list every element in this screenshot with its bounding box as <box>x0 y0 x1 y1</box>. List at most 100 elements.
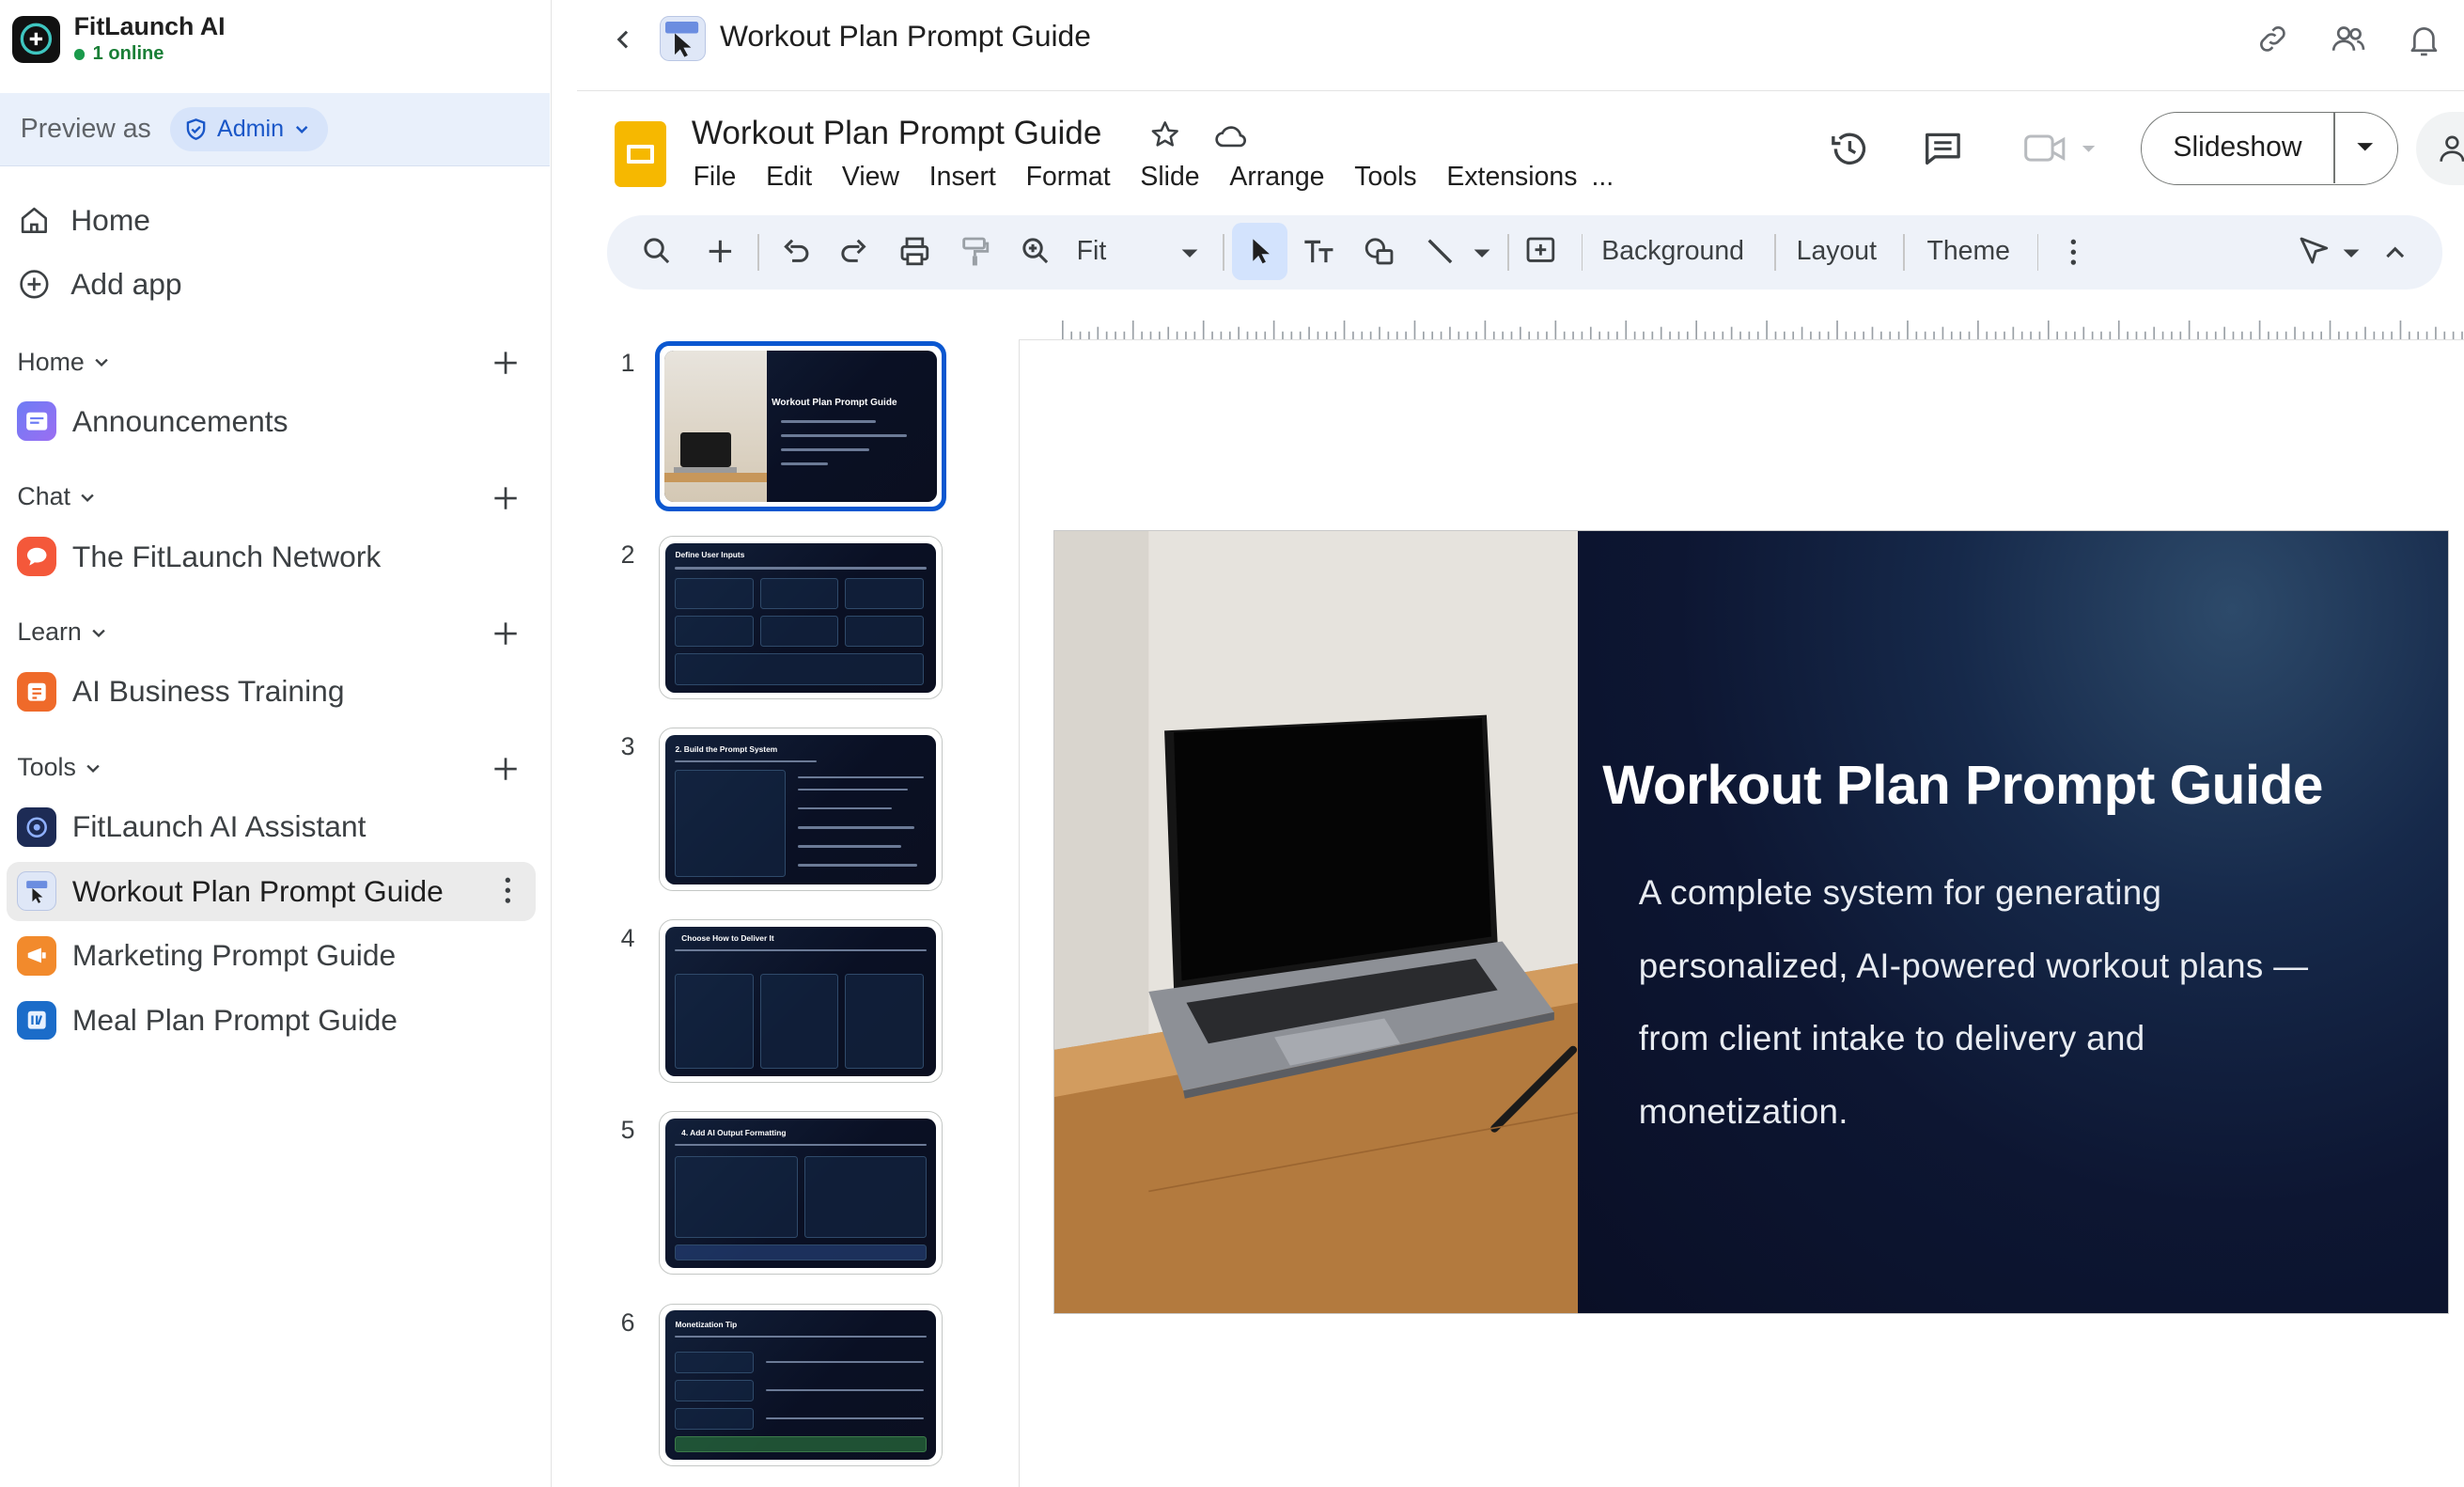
thumbnail-title: Workout Plan Prompt Guide <box>772 398 897 409</box>
search-menus-icon[interactable] <box>640 234 675 269</box>
meet-camera-icon[interactable] <box>2024 132 2103 166</box>
menu-tools[interactable]: Tools <box>1354 162 1416 193</box>
role-select[interactable]: Admin <box>169 107 328 151</box>
slide-thumbnail-4[interactable]: Choose How to Deliver It <box>658 919 943 1084</box>
collapse-toolbar-icon[interactable] <box>2384 243 2406 261</box>
sidebar-item-ai-business-training[interactable]: AI Business Training <box>7 662 537 722</box>
sidebar-item-label: Marketing Prompt Guide <box>71 938 397 973</box>
sidebar-item-label: Announcements <box>71 403 289 438</box>
zoom-select[interactable]: Fit <box>1077 236 1107 267</box>
version-history-icon[interactable] <box>1828 127 1872 171</box>
sidebar: FitLaunch AI 1 online Preview as Admin H… <box>0 0 553 1487</box>
section-tools-title: Tools <box>17 753 76 782</box>
shape-icon[interactable] <box>1363 234 1397 269</box>
caret-down-icon[interactable] <box>1180 247 1199 259</box>
announcements-icon <box>17 401 57 442</box>
thumbnail-title: 2. Build the Prompt System <box>675 744 778 755</box>
menu-insert[interactable]: Insert <box>929 162 996 193</box>
caret-down-icon[interactable] <box>2342 247 2361 259</box>
text-box-icon[interactable] <box>1302 234 1336 269</box>
section-home-header[interactable]: Home <box>17 348 111 377</box>
slide-thumbnail-6[interactable]: Monetization Tip <box>658 1303 943 1467</box>
nav-add-app[interactable]: Add app <box>17 267 182 302</box>
slide-thumbnail-3[interactable]: 2. Build the Prompt System <box>658 728 943 892</box>
sidebar-item-announcements[interactable]: Announcements <box>7 391 537 451</box>
meal-plan-icon <box>17 1000 57 1041</box>
slide-thumbnail-5[interactable]: 4. Add AI Output Formatting <box>658 1111 943 1276</box>
background-button[interactable]: Background <box>1601 236 1744 267</box>
slide-thumbnail-1[interactable]: Workout Plan Prompt Guide <box>655 340 946 511</box>
print-icon[interactable] <box>897 234 932 269</box>
preview-as-bar: Preview as Admin <box>0 92 551 167</box>
slideshow-divider <box>2332 112 2335 183</box>
nav-home[interactable]: Home <box>17 203 150 238</box>
thumbnail-title: Monetization Tip <box>675 1320 738 1330</box>
slide-number: 6 <box>620 1307 635 1337</box>
menu-file[interactable]: File <box>694 162 737 193</box>
members-icon[interactable] <box>2330 21 2367 58</box>
section-chat-header[interactable]: Chat <box>17 482 97 511</box>
add-chat-app-button[interactable] <box>491 484 520 512</box>
current-slide[interactable]: Workout Plan Prompt Guide A complete sys… <box>1053 529 2449 1315</box>
person-add-icon <box>2440 135 2464 163</box>
nav-home-label: Home <box>70 202 150 237</box>
add-learn-app-button[interactable] <box>491 619 520 648</box>
sidebar-item-meal-plan-prompt-guide[interactable]: Meal Plan Prompt Guide <box>7 991 537 1051</box>
bell-icon[interactable] <box>2407 21 2441 58</box>
caret-down-icon[interactable] <box>1473 247 1491 259</box>
insert-comment-icon[interactable] <box>1523 234 1558 269</box>
slide-subtitle-line: personalized, AI-powered workout plans — <box>1638 946 2309 985</box>
menu-slide[interactable]: Slide <box>1140 162 1199 193</box>
menu-edit[interactable]: Edit <box>766 162 812 193</box>
toolbar-divider <box>1581 234 1583 271</box>
slide-number: 3 <box>620 732 635 761</box>
slides-logo-icon[interactable] <box>614 120 667 188</box>
select-tool-button[interactable] <box>1232 223 1287 280</box>
sidebar-item-workout-plan-prompt-guide[interactable]: Workout Plan Prompt Guide <box>6 861 537 922</box>
menu-format[interactable]: Format <box>1026 162 1111 193</box>
menu-more[interactable]: ... <box>1591 162 1614 193</box>
star-icon[interactable] <box>1149 119 1180 150</box>
theme-button[interactable]: Theme <box>1926 236 2009 267</box>
plus-circle-icon <box>20 270 49 299</box>
marketing-icon <box>17 935 57 976</box>
section-learn-header[interactable]: Learn <box>17 618 108 647</box>
slide-number: 4 <box>620 924 635 953</box>
slide-number: 2 <box>620 540 635 570</box>
section-tools-header[interactable]: Tools <box>17 753 102 782</box>
menu-arrange[interactable]: Arrange <box>1229 162 1324 193</box>
sidebar-item-label: Workout Plan Prompt Guide <box>71 873 444 908</box>
undo-icon[interactable] <box>778 234 813 269</box>
sidebar-item-label: FitLaunch AI Assistant <box>71 809 366 844</box>
link-icon[interactable] <box>2255 22 2290 56</box>
new-slide-icon[interactable] <box>703 234 738 269</box>
online-status: 1 online <box>73 42 226 66</box>
share-button[interactable] <box>2415 111 2464 186</box>
caret-down-icon[interactable] <box>2354 139 2376 155</box>
sidebar-item-marketing-prompt-guide[interactable]: Marketing Prompt Guide <box>7 926 537 986</box>
menu-view[interactable]: View <box>842 162 899 193</box>
slideshow-button[interactable]: Slideshow <box>2140 111 2399 186</box>
document-title[interactable]: Workout Plan Prompt Guide <box>692 115 1101 152</box>
comments-icon[interactable] <box>1921 127 1965 171</box>
add-home-app-button[interactable] <box>491 349 520 377</box>
more-options-icon[interactable] <box>2070 239 2077 265</box>
slide-thumbnail-2[interactable]: Define User Inputs <box>658 536 943 700</box>
sidebar-item-fitlaunch-network[interactable]: The FitLaunch Network <box>7 526 537 587</box>
zoom-icon[interactable] <box>1019 234 1053 269</box>
sidebar-item-fitlaunch-ai-assistant[interactable]: FitLaunch AI Assistant <box>7 797 537 857</box>
brand[interactable]: FitLaunch AI 1 online <box>12 12 226 66</box>
paint-format-icon[interactable] <box>958 234 992 269</box>
back-chevron-icon[interactable] <box>613 25 634 54</box>
redo-icon[interactable] <box>837 234 872 269</box>
more-options-icon[interactable] <box>505 877 511 903</box>
section-home-title: Home <box>17 347 85 376</box>
cloud-status-icon[interactable] <box>1213 121 1251 149</box>
laptop-photo <box>1053 530 1578 1314</box>
line-icon[interactable] <box>1423 234 1458 269</box>
add-tools-app-button[interactable] <box>491 755 520 783</box>
menu-extensions[interactable]: Extensions <box>1446 162 1577 193</box>
chevron-down-icon <box>296 126 308 134</box>
layout-button[interactable]: Layout <box>1797 236 1877 267</box>
pen-cursor-icon[interactable] <box>2297 234 2331 269</box>
